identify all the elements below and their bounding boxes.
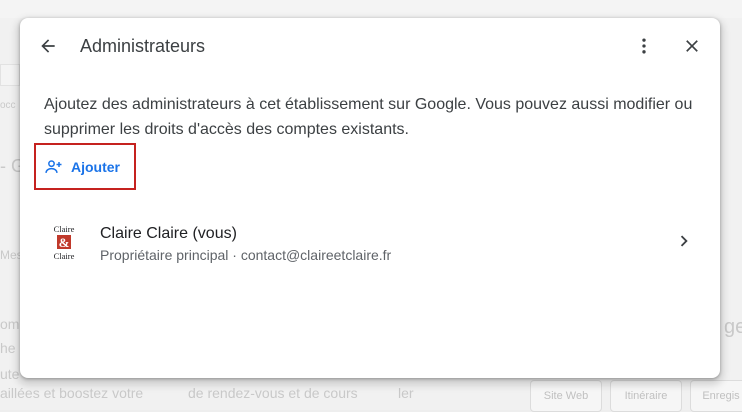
background-chip-label: Itinéraire	[624, 390, 668, 402]
background-box	[0, 64, 20, 86]
background-text: he	[0, 340, 16, 356]
logo-text-middle: &	[59, 235, 70, 250]
dialog-title: Administrateurs	[80, 36, 206, 56]
arrow-back-icon	[41, 39, 55, 53]
background-chip: Site Web	[530, 380, 602, 412]
logo-text-top: Claire	[54, 224, 75, 234]
add-administrator-button[interactable]: Ajouter	[34, 143, 136, 190]
background-chip: Itinéraire	[610, 380, 682, 412]
background-chip: Enregis	[690, 380, 742, 412]
background-text: de rendez-vous et de cours	[188, 385, 358, 401]
user-row[interactable]: Claire & Claire Claire Claire (vous) Pro…	[20, 212, 720, 272]
administrators-dialog: Administrateurs Ajoutez des administrate…	[20, 18, 720, 378]
background-text: ute	[0, 366, 20, 382]
background-text: aillées et boostez votre	[0, 385, 144, 401]
more-vert-icon	[642, 38, 646, 54]
person-add-icon	[44, 157, 64, 177]
background-text: occ	[0, 100, 16, 111]
back-button[interactable]	[36, 34, 60, 58]
more-options-button[interactable]	[632, 34, 656, 58]
logo-text-bottom: Claire	[54, 251, 75, 261]
avatar: Claire & Claire	[50, 222, 78, 262]
chevron-right-icon	[672, 229, 696, 253]
user-role-email: Propriétaire principal · contact@clairee…	[100, 247, 392, 263]
background-chip-label: Site Web	[543, 390, 589, 402]
background-topbar	[0, 0, 742, 18]
close-button[interactable]	[680, 34, 704, 58]
add-button-label: Ajouter	[71, 158, 120, 175]
dialog-description: Ajoutez des administrateurs à cet établi…	[44, 96, 693, 138]
close-icon	[686, 40, 698, 52]
background-chip-label: Enregis	[702, 390, 740, 402]
background-text: ge	[724, 316, 742, 338]
user-name: Claire Claire (vous)	[100, 225, 237, 242]
background-text: ler	[398, 385, 414, 401]
